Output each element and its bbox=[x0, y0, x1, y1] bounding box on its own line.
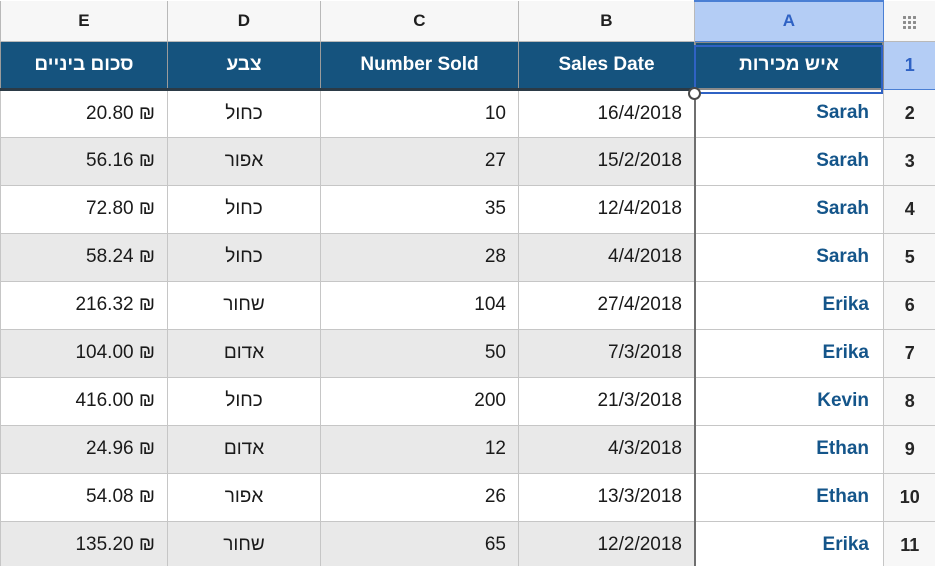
header-cell-salesperson[interactable]: איש מכירות bbox=[694, 40, 884, 90]
row-header[interactable]: 11 bbox=[883, 520, 935, 566]
cell-color[interactable]: אפור bbox=[167, 136, 321, 186]
cell-salesperson[interactable]: Sarah bbox=[694, 184, 884, 234]
cell-sales-date[interactable]: 15/2/2018 bbox=[518, 136, 695, 186]
cell-color[interactable]: כחול bbox=[167, 376, 321, 426]
cell-number-sold[interactable]: 104 bbox=[320, 280, 519, 330]
cell-number-sold[interactable]: 50 bbox=[320, 328, 519, 378]
cell-number-sold[interactable]: 27 bbox=[320, 136, 519, 186]
cell-color[interactable]: אדום bbox=[167, 328, 321, 378]
header-cell-color[interactable]: צבע bbox=[167, 40, 321, 91]
cell-subtotal[interactable]: 54.08 ₪ bbox=[0, 472, 168, 522]
cell-subtotal[interactable]: 72.80 ₪ bbox=[0, 184, 168, 234]
cell-sales-date[interactable]: 16/4/2018 bbox=[518, 88, 695, 138]
row-header[interactable]: 2 bbox=[883, 88, 935, 138]
table-row: 416.00 ₪ כחול 200 21/3/2018 Kevin 8 bbox=[0, 376, 935, 426]
table-row: 58.24 ₪ כחול 28 4/4/2018 Sarah 5 bbox=[0, 232, 935, 282]
column-header-e[interactable]: E bbox=[0, 1, 168, 42]
header-cell-number-sold[interactable]: Number Sold bbox=[320, 40, 519, 91]
cell-salesperson[interactable]: Erika bbox=[694, 328, 884, 378]
cell-subtotal[interactable]: 58.24 ₪ bbox=[0, 232, 168, 282]
spreadsheet-grid: E D C B A סכום ביניים צבע Number Sold Sa… bbox=[0, 0, 935, 566]
table-row: 20.80 ₪ כחול 10 16/4/2018 Sarah 2 bbox=[0, 88, 935, 138]
table-row: 54.08 ₪ אפור 26 13/3/2018 Ethan 10 bbox=[0, 472, 935, 522]
cell-salesperson[interactable]: Sarah bbox=[694, 232, 884, 282]
cell-salesperson[interactable]: Erika bbox=[694, 280, 884, 330]
cell-salesperson[interactable]: Sarah bbox=[694, 88, 884, 138]
cell-subtotal[interactable]: 56.16 ₪ bbox=[0, 136, 168, 186]
table-header-row: סכום ביניים צבע Number Sold Sales Date א… bbox=[0, 40, 935, 91]
cell-sales-date[interactable]: 12/4/2018 bbox=[518, 184, 695, 234]
cell-salesperson[interactable]: Kevin bbox=[694, 376, 884, 426]
row-header[interactable]: 6 bbox=[883, 280, 935, 330]
row-header[interactable]: 5 bbox=[883, 232, 935, 282]
cell-sales-date[interactable]: 12/2/2018 bbox=[518, 520, 695, 566]
cell-color[interactable]: אדום bbox=[167, 424, 321, 474]
cell-number-sold[interactable]: 10 bbox=[320, 88, 519, 138]
column-header-d[interactable]: D bbox=[167, 1, 321, 42]
cell-subtotal[interactable]: 216.32 ₪ bbox=[0, 280, 168, 330]
row-header[interactable]: 8 bbox=[883, 376, 935, 426]
cell-color[interactable]: כחול bbox=[167, 232, 321, 282]
cell-sales-date[interactable]: 4/4/2018 bbox=[518, 232, 695, 282]
cell-subtotal[interactable]: 20.80 ₪ bbox=[0, 88, 168, 138]
table-row: 104.00 ₪ אדום 50 7/3/2018 Erika 7 bbox=[0, 328, 935, 378]
column-header-a[interactable]: A bbox=[694, 0, 884, 42]
header-cell-subtotal[interactable]: סכום ביניים bbox=[0, 40, 168, 91]
row-header[interactable]: 4 bbox=[883, 184, 935, 234]
cell-subtotal[interactable]: 135.20 ₪ bbox=[0, 520, 168, 566]
cell-sales-date[interactable]: 13/3/2018 bbox=[518, 472, 695, 522]
column-header-b[interactable]: B bbox=[518, 1, 695, 42]
cell-subtotal[interactable]: 24.96 ₪ bbox=[0, 424, 168, 474]
cell-number-sold[interactable]: 35 bbox=[320, 184, 519, 234]
column-header-c[interactable]: C bbox=[320, 1, 519, 42]
row-header[interactable]: 7 bbox=[883, 328, 935, 378]
cell-sales-date[interactable]: 7/3/2018 bbox=[518, 328, 695, 378]
column-header-row: E D C B A bbox=[0, 0, 935, 42]
cell-color[interactable]: שחור bbox=[167, 280, 321, 330]
row-header[interactable]: 10 bbox=[883, 472, 935, 522]
grid-dots-icon bbox=[902, 15, 918, 30]
table-row: 216.32 ₪ שחור 104 27/4/2018 Erika 6 bbox=[0, 280, 935, 330]
cell-sales-date[interactable]: 4/3/2018 bbox=[518, 424, 695, 474]
cell-salesperson[interactable]: Ethan bbox=[694, 472, 884, 522]
cell-color[interactable]: כחול bbox=[167, 88, 321, 138]
cell-sales-date[interactable]: 27/4/2018 bbox=[518, 280, 695, 330]
row-header-1[interactable]: 1 bbox=[883, 40, 935, 90]
table-row: 24.96 ₪ אדום 12 4/3/2018 Ethan 9 bbox=[0, 424, 935, 474]
spreadsheet-canvas: E D C B A סכום ביניים צבע Number Sold Sa… bbox=[0, 0, 935, 566]
header-cell-sales-date[interactable]: Sales Date bbox=[518, 40, 695, 91]
select-all-corner-button[interactable] bbox=[883, 1, 935, 42]
cell-number-sold[interactable]: 12 bbox=[320, 424, 519, 474]
table-row: 72.80 ₪ כחול 35 12/4/2018 Sarah 4 bbox=[0, 184, 935, 234]
cell-salesperson[interactable]: Sarah bbox=[694, 136, 884, 186]
cell-salesperson[interactable]: Ethan bbox=[694, 424, 884, 474]
cell-color[interactable]: אפור bbox=[167, 472, 321, 522]
cell-color[interactable]: כחול bbox=[167, 184, 321, 234]
row-header[interactable]: 3 bbox=[883, 136, 935, 186]
cell-color[interactable]: שחור bbox=[167, 520, 321, 566]
table-row: 135.20 ₪ שחור 65 12/2/2018 Erika 11 bbox=[0, 520, 935, 566]
cell-number-sold[interactable]: 26 bbox=[320, 472, 519, 522]
cell-subtotal[interactable]: 416.00 ₪ bbox=[0, 376, 168, 426]
cell-subtotal[interactable]: 104.00 ₪ bbox=[0, 328, 168, 378]
cell-salesperson[interactable]: Erika bbox=[694, 520, 884, 566]
table-row: 56.16 ₪ אפור 27 15/2/2018 Sarah 3 bbox=[0, 136, 935, 186]
cell-sales-date[interactable]: 21/3/2018 bbox=[518, 376, 695, 426]
cell-number-sold[interactable]: 200 bbox=[320, 376, 519, 426]
cell-number-sold[interactable]: 28 bbox=[320, 232, 519, 282]
cell-number-sold[interactable]: 65 bbox=[320, 520, 519, 566]
row-header[interactable]: 9 bbox=[883, 424, 935, 474]
